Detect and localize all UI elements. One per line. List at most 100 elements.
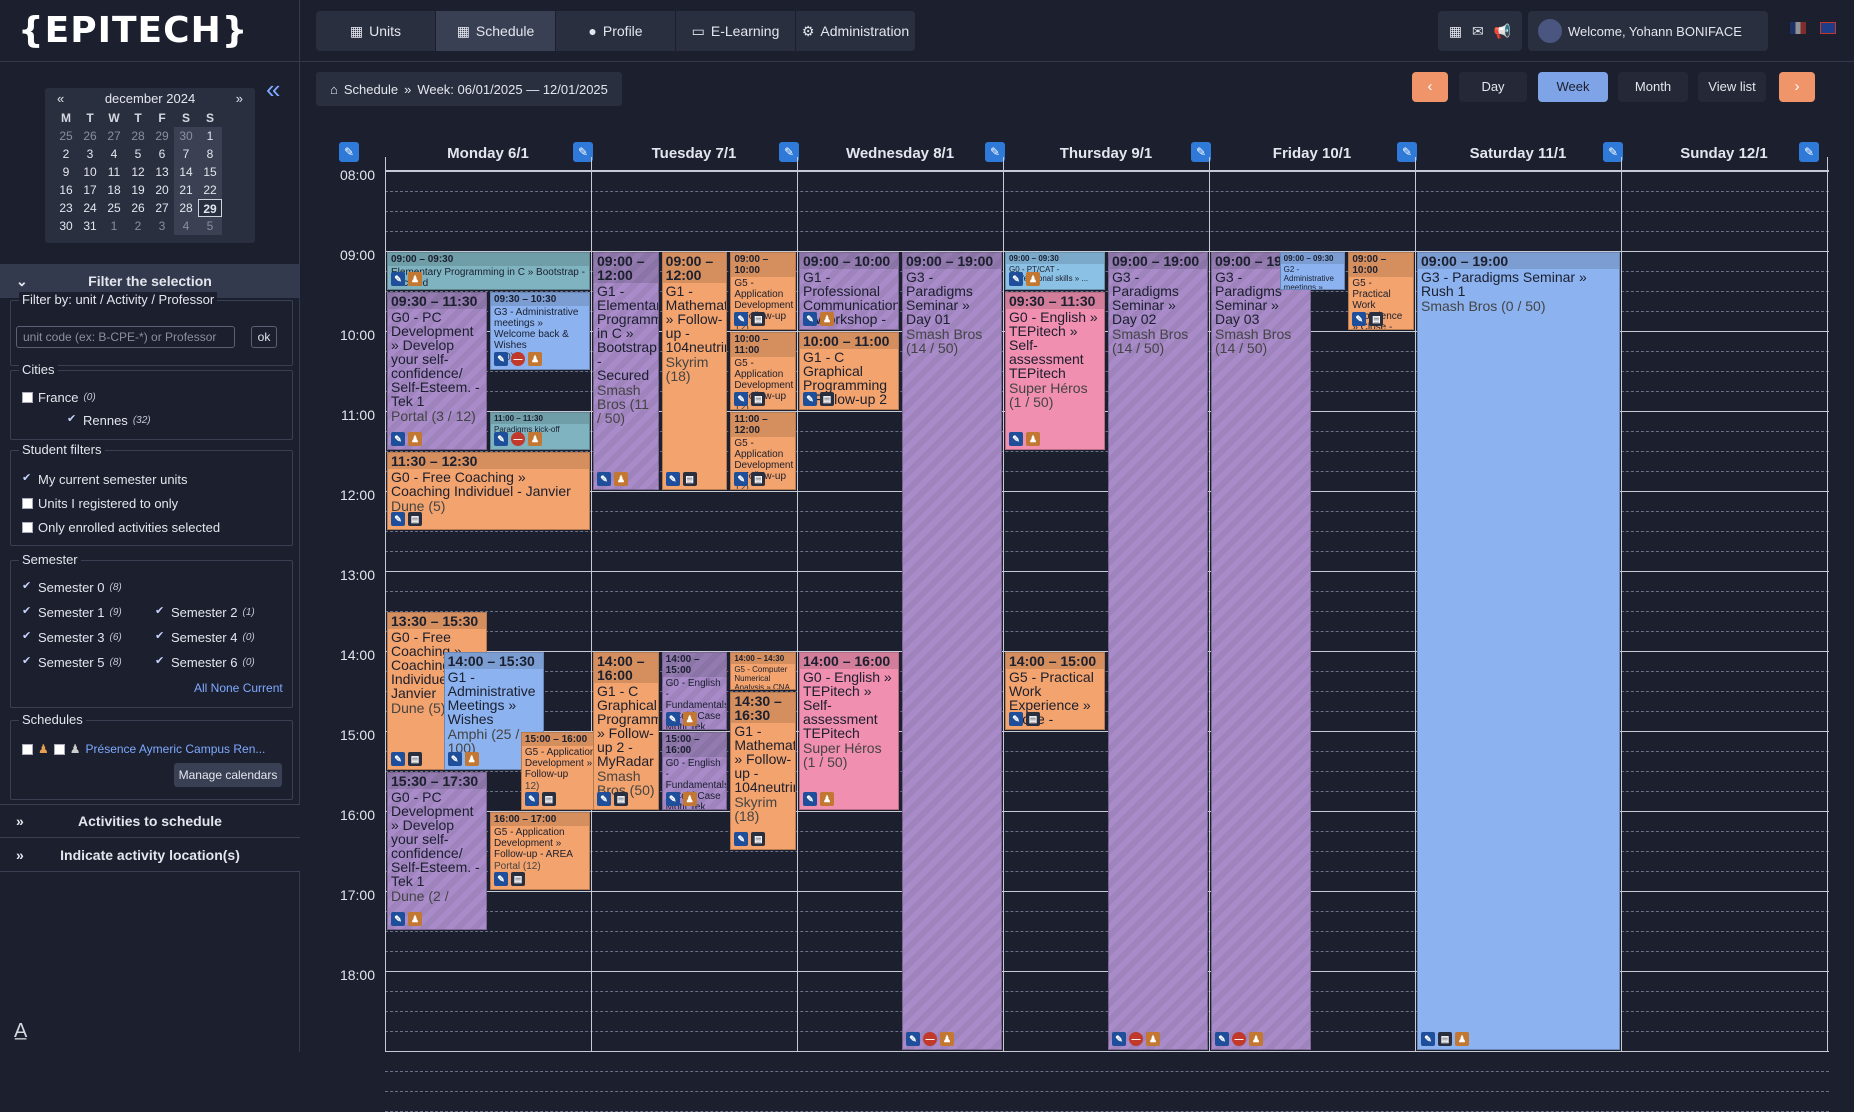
city-rennes[interactable]: Rennes(32) xyxy=(67,412,151,428)
schedule-item[interactable]: ♟ ♟ Présence Aymeric Campus Ren... xyxy=(22,742,265,756)
calendar-icon[interactable]: ▤ xyxy=(682,472,697,486)
calendar-day[interactable]: 1 xyxy=(198,127,222,145)
edit-day-icon[interactable]: ✎ xyxy=(1191,142,1211,162)
calendar-day[interactable]: 2 xyxy=(54,145,78,163)
calendar-check-icon[interactable]: ▦ xyxy=(1449,23,1462,40)
calendar-day[interactable]: 13 xyxy=(150,163,174,181)
calendar-event[interactable]: 14:00 – 14:30 G5 - Computer Numerical Ana… xyxy=(730,652,796,690)
people-icon[interactable]: ♟ xyxy=(820,312,834,326)
day-view-button[interactable]: Day xyxy=(1459,72,1527,102)
calendar-event[interactable]: 11:30 – 12:30 G0 - Free Coaching » Coachi… xyxy=(387,452,590,530)
people-icon[interactable]: ♟ xyxy=(464,752,479,766)
calendar-event[interactable]: 09:00 – 12:00G1 - Mathematics » Follow-u… xyxy=(661,252,728,490)
edit-icon[interactable]: ✎ xyxy=(524,792,539,806)
edit-icon[interactable]: ✎ xyxy=(1112,1032,1126,1046)
calendar-day[interactable]: 19 xyxy=(126,181,150,199)
calendar-icon[interactable]: ▤ xyxy=(751,472,766,486)
edit-icon[interactable]: ✎ xyxy=(391,912,405,926)
calendar-event[interactable]: 16:00 – 17:00 G5 - Application Developmen… xyxy=(490,812,590,890)
calendar-day[interactable]: 4 xyxy=(174,217,198,235)
home-icon[interactable]: ⌂ xyxy=(330,82,338,97)
calendar-event[interactable]: 14:00 – 16:00 G0 - English » TEPitech » S… xyxy=(799,652,899,810)
calendar-event[interactable]: 09:00 – 09:30Elementary Programming in C… xyxy=(387,252,590,290)
megaphone-icon[interactable]: 📢 xyxy=(1494,23,1511,40)
semester-2[interactable]: Semester 2(1) xyxy=(155,604,255,620)
people-icon[interactable]: ♟ xyxy=(1026,432,1040,446)
edit-icon[interactable]: ✎ xyxy=(447,752,462,766)
calendar-event[interactable]: 09:00 – 10:00G5 - Practical Work Experie… xyxy=(1348,252,1414,330)
people-icon[interactable]: ♟ xyxy=(1249,1032,1263,1046)
calendar-day[interactable]: 31 xyxy=(78,217,102,235)
edit-icon[interactable]: ✎ xyxy=(597,472,611,486)
calendar-day[interactable]: 17 xyxy=(78,181,102,199)
people-icon[interactable]: ♟ xyxy=(820,792,834,806)
calendar-day[interactable]: 16 xyxy=(54,181,78,199)
calendar-day[interactable]: 20 xyxy=(150,181,174,199)
semester-6[interactable]: Semester 6(0) xyxy=(155,654,255,670)
calendar-icon[interactable]: ▤ xyxy=(541,792,556,806)
calendar-day[interactable]: 3 xyxy=(150,217,174,235)
tab-units[interactable]: ▦ Units xyxy=(316,11,436,51)
calendar-event[interactable]: 14:00 – 16:00G1 - C Graphical Programmin… xyxy=(593,652,659,810)
calendar-day[interactable]: 24 xyxy=(78,199,102,217)
calendar-icon[interactable]: ▤ xyxy=(751,312,766,326)
filter-enrolled-activities[interactable]: Only enrolled activities selected xyxy=(22,520,220,535)
calendar-day[interactable]: 18 xyxy=(102,181,126,199)
calendar-day[interactable]: 29 xyxy=(198,199,222,217)
calendar-event[interactable]: 09:00 – 19:00 G3 - Paradigms Seminar » Da… xyxy=(902,252,1002,1050)
edit-icon[interactable]: ✎ xyxy=(803,312,817,326)
calendar-day[interactable]: 14 xyxy=(174,163,198,181)
edit-icon[interactable]: ✎ xyxy=(494,872,508,886)
calendar-icon[interactable]: ▤ xyxy=(511,872,525,886)
calendar-event[interactable]: 09:00 – 19:00 G3 - Paradigms Seminar » Ru… xyxy=(1417,252,1620,1050)
people-icon[interactable]: ♟ xyxy=(408,912,422,926)
calendar-day[interactable]: 5 xyxy=(198,217,222,235)
edit-icon[interactable]: ✎ xyxy=(1421,1032,1435,1046)
calendar-day[interactable]: 6 xyxy=(150,145,174,163)
calendar-day[interactable]: 7 xyxy=(174,145,198,163)
semester-4[interactable]: Semester 4(0) xyxy=(155,629,255,645)
calendar-day[interactable]: 5 xyxy=(126,145,150,163)
calendar-icon[interactable]: ▤ xyxy=(614,792,628,806)
calendar-event[interactable]: 15:30 – 17:30 G0 - PC Development » Devel… xyxy=(387,772,487,930)
people-icon[interactable]: ♟ xyxy=(614,472,628,486)
semester-3[interactable]: Semester 3(6) xyxy=(22,629,122,645)
people-icon[interactable]: ♟ xyxy=(682,712,697,726)
edit-day-icon[interactable]: ✎ xyxy=(1603,142,1623,162)
people-icon[interactable]: ♟ xyxy=(1146,1032,1160,1046)
calendar-icon[interactable]: ▤ xyxy=(408,752,422,766)
calendar-day[interactable]: 28 xyxy=(126,127,150,145)
calendar-event[interactable]: 14:30 – 16:30G1 - Mathematics » Follow-u… xyxy=(730,692,796,850)
calendar-day[interactable]: 28 xyxy=(174,199,198,217)
manage-calendars-button[interactable]: Manage calendars xyxy=(174,763,282,787)
calendar-day[interactable]: 8 xyxy=(198,145,222,163)
calendar-icon[interactable]: ▤ xyxy=(751,392,766,406)
calendar-event[interactable]: 11:00 – 12:00 G5 - Application Developmen… xyxy=(730,412,796,490)
calendar-day[interactable]: 1 xyxy=(102,217,126,235)
calendar-event[interactable]: 09:30 – 11:30 G0 - PC Development » Devel… xyxy=(387,292,487,450)
edit-icon[interactable]: ✎ xyxy=(1009,272,1023,286)
calendar-day[interactable]: 22 xyxy=(198,181,222,199)
calendar-day[interactable]: 30 xyxy=(174,127,198,145)
edit-day-icon[interactable]: ✎ xyxy=(1799,142,1819,162)
list-view-button[interactable]: View list xyxy=(1698,72,1766,102)
calendar-day[interactable]: 4 xyxy=(102,145,126,163)
tab-e-learning[interactable]: ▭ E-Learning xyxy=(676,11,796,51)
filter-current-semester[interactable]: My current semester units xyxy=(22,471,188,487)
mini-calendar-grid[interactable]: M T W T F S S 25 26 27 28 29 30 1 2 3 4 5 6 7 8 9 10 11 12 13 14 15… xyxy=(54,109,255,235)
edit-icon[interactable]: ✎ xyxy=(1352,312,1367,326)
people-icon[interactable]: ♟ xyxy=(408,432,422,446)
calendar-day[interactable]: 10 xyxy=(78,163,102,181)
calendar-icon[interactable]: ▤ xyxy=(1026,712,1040,726)
unregister-icon[interactable]: — xyxy=(1129,1032,1143,1046)
edit-icon[interactable]: ✎ xyxy=(665,712,680,726)
calendar-event[interactable]: 14:00 – 15:00 G5 - Practical Work Experie… xyxy=(1005,652,1105,730)
calendar-event[interactable]: 09:00 – 09:30 G0 - PT/CAT - Professional … xyxy=(1005,252,1105,290)
unit-search-input[interactable]: unit code (ex: B-CPE-*) or Professor xyxy=(16,326,235,348)
activities-to-schedule-header[interactable]: » Activities to schedule xyxy=(0,804,300,838)
mail-icon[interactable]: ✉ xyxy=(1472,23,1484,40)
edit-day-icon[interactable]: ✎ xyxy=(1397,142,1417,162)
calendar-event[interactable]: 10:00 – 11:00 G1 - C Graphical Programmin… xyxy=(799,332,899,410)
edit-icon[interactable]: ✎ xyxy=(391,512,405,526)
unregister-icon[interactable]: — xyxy=(923,1032,937,1046)
